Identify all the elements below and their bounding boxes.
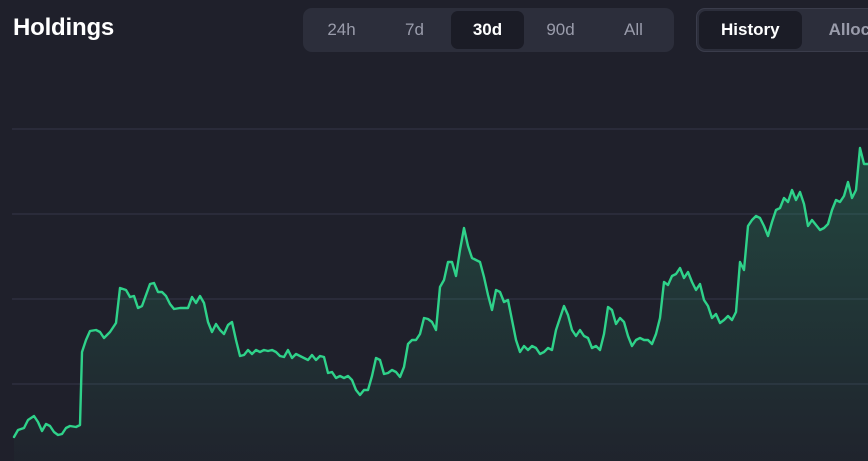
holdings-chart <box>12 128 868 461</box>
